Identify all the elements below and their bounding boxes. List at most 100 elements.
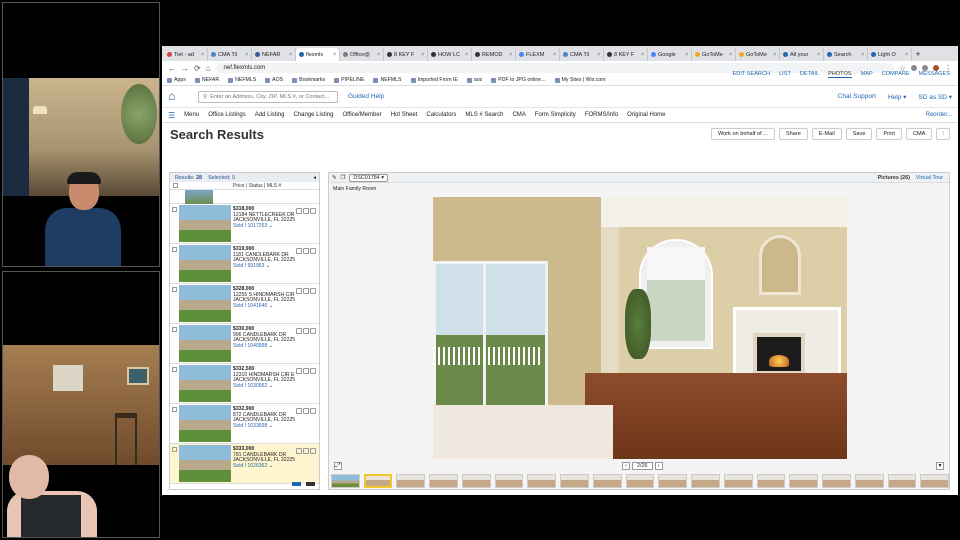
bookmark-item[interactable]: Imported From IE [410,77,458,83]
header-link[interactable]: Help ▾ [888,93,906,101]
mls-number[interactable]: 1030562 [247,383,267,389]
header-link[interactable]: SD as SD ▾ [918,93,952,101]
photo-thumbnail[interactable] [920,474,949,488]
close-icon[interactable]: × [553,52,556,58]
action-button[interactable]: E-Mail [811,128,842,140]
browser-tab[interactable]: 8 KEY F × [384,48,428,61]
row-checkbox[interactable] [172,207,177,212]
previous-photo-button[interactable]: ‹ [622,462,630,470]
print-icon[interactable] [296,368,302,374]
bookmark-item[interactable]: Apps [167,77,186,83]
listing-thumbnail[interactable] [179,285,231,322]
list-item[interactable]: $330,000 996 CANDLEBARK DR JACKSONVILLE, F… [170,324,319,364]
bookmark-item[interactable]: Bookmarks [292,77,325,83]
print-icon[interactable] [296,208,302,214]
listing-thumbnail[interactable] [179,405,231,442]
close-icon[interactable]: × [333,52,336,58]
photo-thumbnail[interactable] [331,474,360,488]
browser-tab[interactable]: NEFAR × [252,48,296,61]
photo-thumbnail[interactable] [363,474,393,488]
row-checkbox[interactable] [172,327,177,332]
print-icon[interactable] [296,448,302,454]
bookmark-item[interactable]: PIPELINE [334,77,364,83]
menu-item[interactable]: Office Listings [208,112,246,118]
header-link[interactable]: Chat Support [838,93,876,101]
collapse-icon[interactable]: ◂ [313,175,316,181]
list-item[interactable]: $319,900 1181 CANDLEBARK DR JACKSONVILLE, … [170,244,319,284]
close-icon[interactable]: × [597,52,600,58]
photo-thumbnail[interactable] [691,474,720,488]
edit-icon[interactable]: ✎ [332,175,337,181]
search-input[interactable]: ⚲ Enter an Address, City, ZIP, MLS #, or… [198,90,338,103]
mls-number[interactable]: 1040998 [247,343,267,349]
photo-select[interactable]: DSC01784 ▾ [349,173,388,182]
menu-item[interactable]: Calculators [426,112,456,118]
flexmls-logo[interactable]: ⌂ [168,89,188,105]
listing-thumbnail[interactable] [179,205,231,242]
print-icon[interactable] [296,408,302,414]
view-tab[interactable]: COMPARE [882,71,910,78]
list-item[interactable]: $328,000 12255 S HINDMARSH CIR JACKSONVILL… [170,284,319,324]
columns-label[interactable]: Price | Status | MLS # [233,183,281,189]
chevron-down-icon[interactable]: ⌄ [269,223,273,229]
photo-thumbnail[interactable] [658,474,688,488]
close-icon[interactable]: × [641,52,644,58]
home-icon[interactable]: ⌂ [206,64,211,73]
photo-thumbnail[interactable] [723,474,753,488]
view-tab[interactable]: DETAIL [800,71,819,78]
close-icon[interactable]: × [465,52,468,58]
action-button[interactable]: Share [778,128,808,140]
photo-thumbnail[interactable] [560,474,589,488]
view-tab[interactable]: MAP [861,71,873,78]
photo-thumbnail[interactable] [396,474,426,488]
browser-tab[interactable]: HOW LC × [428,48,472,61]
chevron-down-icon[interactable]: ⌄ [269,423,273,429]
photo-thumbnail[interactable] [756,474,786,488]
chevron-down-icon[interactable]: ⌄ [269,463,273,469]
print-icon[interactable] [296,288,302,294]
photo-thumbnail[interactable] [822,474,851,488]
hide-icon[interactable] [303,448,309,454]
hamburger-icon[interactable]: ☰ [168,111,175,120]
photo-thumbnail[interactable] [887,474,917,488]
browser-tab[interactable]: CMA Til × [208,48,252,61]
close-icon[interactable]: × [421,52,424,58]
cart-icon[interactable] [310,288,316,294]
cart-icon[interactable] [310,208,316,214]
close-icon[interactable]: × [685,52,688,58]
bookmark-item[interactable]: aos [466,77,482,83]
browser-tab[interactable]: Office@ × [340,48,384,61]
hide-icon[interactable] [303,328,309,334]
listing-thumbnail[interactable] [179,445,231,482]
menu-item[interactable]: Form Simplicity [535,112,576,118]
new-tab-button[interactable]: + [912,48,924,61]
row-checkbox[interactable] [172,447,177,452]
chevron-down-icon[interactable]: ⌄ [269,303,273,309]
close-icon[interactable]: × [509,52,512,58]
list-item[interactable]: $332,500 12310 HINDMARSH CIR E JACKSONVILL… [170,364,319,404]
reorder-link[interactable]: Reorder... [926,112,952,118]
grid-view-toggle[interactable] [306,482,315,486]
close-icon[interactable]: × [377,52,380,58]
cart-icon[interactable] [310,448,316,454]
menu-item[interactable]: MLS # Search [465,112,503,118]
browser-tab[interactable]: All your × [780,48,824,61]
listing-thumbnail[interactable] [179,245,231,282]
browser-tab[interactable]: FLEXM × [516,48,560,61]
browser-tab[interactable]: REMOD × [472,48,516,61]
photo-thumbnail[interactable] [461,474,491,488]
list-item[interactable]: $333,000 781 CANDLEBARK DR JACKSONVILLE, F… [170,444,319,484]
menu-item[interactable]: Change Listing [293,112,333,118]
close-icon[interactable]: × [905,52,908,58]
photo-thumbnail[interactable] [592,474,622,488]
list-item[interactable]: $332,900 872 CANDLEBARK DR JACKSONVILLE, F… [170,404,319,444]
close-icon[interactable]: × [817,52,820,58]
action-button[interactable]: Print [876,128,902,140]
hide-icon[interactable] [303,248,309,254]
hide-icon[interactable] [303,208,309,214]
list-item[interactable] [170,190,319,204]
tab-pictures[interactable]: Pictures (26) [878,175,910,181]
view-tab[interactable]: PHOTOS [828,71,852,78]
browser-tab[interactable]: Light O × [868,48,912,61]
close-icon[interactable]: × [773,52,776,58]
